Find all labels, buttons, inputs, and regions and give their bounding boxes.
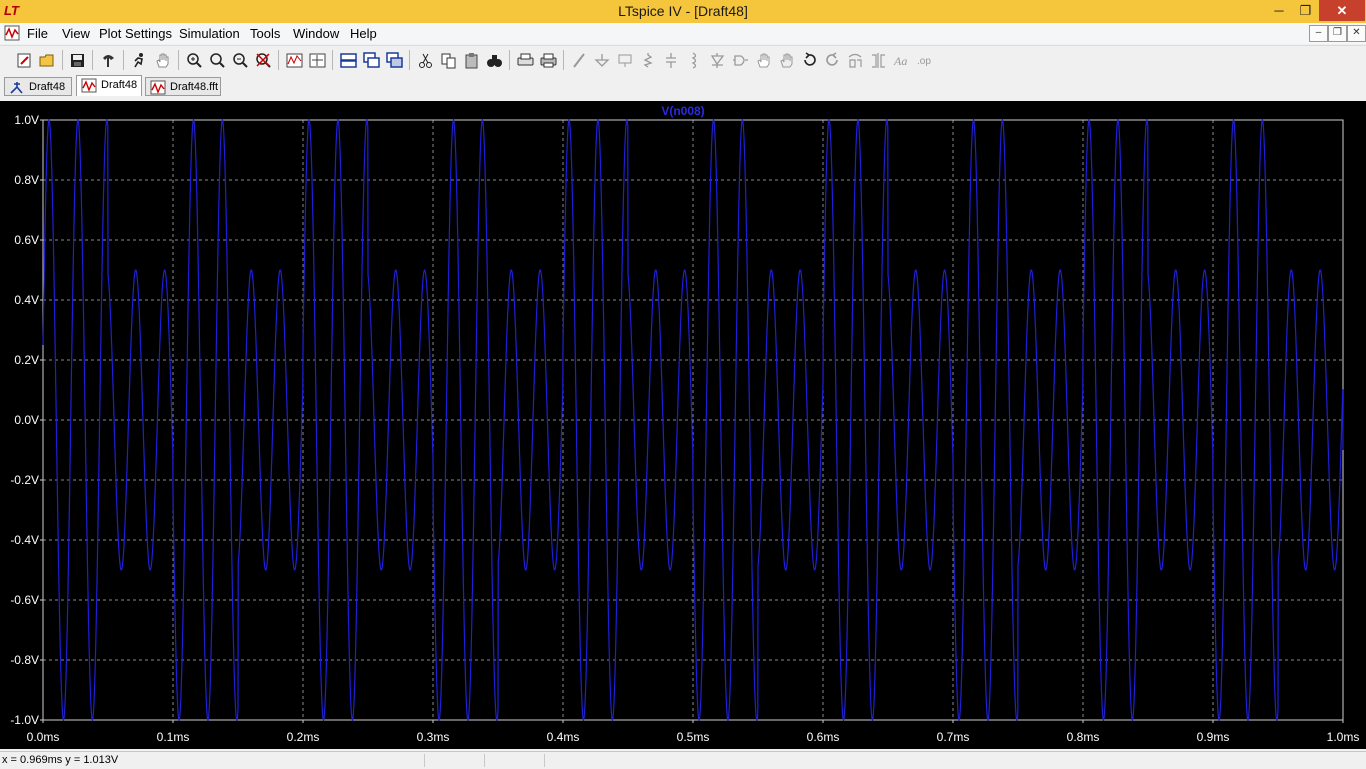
find-icon[interactable] — [484, 50, 504, 70]
status-bar: x = 0.969ms y = 1.013V — [0, 751, 1366, 769]
text-icon[interactable]: Aa — [891, 50, 911, 70]
x-tick-label: 0.1ms — [157, 730, 190, 744]
cascade-icon[interactable] — [361, 50, 381, 70]
menu-view[interactable]: View — [59, 25, 93, 42]
rotate-icon[interactable] — [845, 50, 865, 70]
x-axis-ticks: 0.0ms 0.1ms 0.2ms 0.3ms 0.4ms 0.5ms 0.6ms 0.7ms… — [27, 720, 1360, 744]
control-panel-icon[interactable] — [98, 50, 118, 70]
schematic-icon — [10, 82, 23, 94]
move-icon[interactable] — [753, 50, 773, 70]
copy-icon[interactable] — [438, 50, 458, 70]
cut-icon[interactable] — [415, 50, 435, 70]
tab-label: Draft48 — [101, 79, 138, 91]
fit-icon[interactable] — [307, 50, 327, 70]
autorange-icon[interactable] — [284, 50, 304, 70]
y-tick-label: -0.6V — [10, 593, 39, 607]
resistor-icon[interactable] — [638, 50, 658, 70]
zoom-area-icon[interactable] — [207, 50, 227, 70]
ground-icon[interactable] — [592, 50, 612, 70]
waveform-icon — [150, 80, 166, 95]
y-tick-label: 0.4V — [14, 293, 39, 307]
diode-icon[interactable] — [707, 50, 727, 70]
x-tick-label: 0.0ms — [27, 730, 60, 744]
cursor-readout: x = 0.969ms y = 1.013V — [2, 754, 119, 766]
y-tick-label: -1.0V — [10, 713, 39, 727]
restore-button[interactable]: ❐ — [1292, 0, 1319, 21]
save-icon[interactable] — [67, 50, 87, 70]
component-icon[interactable] — [730, 50, 750, 70]
x-tick-label: 0.4ms — [547, 730, 580, 744]
waveform-plot-pane[interactable]: 1.0V 0.8V 0.6V 0.4V 0.2V 0.0V -0.2V -0.4V -0.6V -… — [0, 101, 1366, 749]
toolbar: Aa .op — [0, 45, 1366, 75]
drag-icon[interactable] — [776, 50, 796, 70]
menu-file[interactable]: File — [24, 25, 51, 42]
zoom-cancel-icon[interactable] — [253, 50, 273, 70]
pan-hand-icon[interactable] — [152, 50, 172, 70]
zoom-in-icon[interactable] — [184, 50, 204, 70]
menu-help[interactable]: Help — [347, 25, 380, 42]
tab-draft48-fft[interactable]: Draft48.fft — [145, 77, 221, 96]
wire-icon[interactable] — [569, 50, 589, 70]
capacitor-icon[interactable] — [661, 50, 681, 70]
mdi-minimize-button[interactable]: – — [1309, 25, 1328, 42]
status-divider — [484, 754, 485, 767]
run-icon[interactable] — [129, 50, 149, 70]
x-tick-label: 0.8ms — [1067, 730, 1100, 744]
trace-label[interactable]: V(n008) — [661, 104, 704, 118]
y-tick-label: 1.0V — [14, 113, 39, 127]
y-tick-label: 0.0V — [14, 413, 39, 427]
close-button[interactable]: ✕ — [1319, 0, 1365, 21]
print-icon[interactable] — [538, 50, 558, 70]
menu-simulation[interactable]: Simulation — [176, 25, 243, 42]
y-tick-label: -0.2V — [10, 473, 39, 487]
menu-plot-settings[interactable]: Plot Settings — [96, 25, 175, 42]
tab-draft48-schematic[interactable]: Draft48 — [4, 77, 72, 96]
y-tick-label: -0.8V — [10, 653, 39, 667]
tile-horizontal-icon[interactable] — [338, 50, 358, 70]
x-tick-label: 0.3ms — [417, 730, 450, 744]
window-title: LTspice IV - [Draft48] — [618, 3, 748, 19]
svg-text:.op: .op — [917, 56, 931, 67]
tile-vertical-icon[interactable] — [384, 50, 404, 70]
x-tick-label: 0.9ms — [1197, 730, 1230, 744]
paste-icon[interactable] — [461, 50, 481, 70]
new-schematic-icon[interactable] — [14, 50, 34, 70]
waveform-plot[interactable]: 1.0V 0.8V 0.6V 0.4V 0.2V 0.0V -0.2V -0.4V -0.6V -… — [0, 101, 1366, 749]
print-preview-icon[interactable] — [515, 50, 535, 70]
spice-directive-icon[interactable]: .op — [914, 50, 934, 70]
y-tick-label: 0.2V — [14, 353, 39, 367]
x-tick-label: 0.6ms — [807, 730, 840, 744]
open-icon[interactable] — [37, 50, 57, 70]
tab-draft48-waveform[interactable]: Draft48 — [76, 75, 142, 96]
menu-tools[interactable]: Tools — [247, 25, 283, 42]
waveform-icon — [81, 78, 97, 93]
x-tick-label: 0.2ms — [287, 730, 320, 744]
tab-label: Draft48 — [29, 81, 66, 93]
minimize-button[interactable]: ─ — [1265, 0, 1293, 21]
label-icon[interactable] — [615, 50, 635, 70]
menu-window[interactable]: Window — [290, 25, 342, 42]
zoom-out-icon[interactable] — [230, 50, 250, 70]
mirror-icon[interactable] — [868, 50, 888, 70]
y-tick-label: -0.4V — [10, 533, 39, 547]
mdi-close-button[interactable]: ✕ — [1347, 25, 1366, 42]
document-tabs: Draft48 Draft48 Draft48.fft — [0, 74, 1366, 99]
svg-text:Aa: Aa — [893, 54, 907, 68]
mdi-restore-button[interactable]: ❐ — [1328, 25, 1347, 42]
x-tick-label: 0.7ms — [937, 730, 970, 744]
waveform-doc-icon[interactable] — [4, 25, 20, 41]
undo-icon[interactable] — [799, 50, 819, 70]
y-tick-label: 0.6V — [14, 233, 39, 247]
y-axis-ticks: 1.0V 0.8V 0.6V 0.4V 0.2V 0.0V -0.2V -0.4V -0.6V -… — [10, 113, 43, 727]
redo-icon[interactable] — [822, 50, 842, 70]
status-divider — [424, 754, 425, 767]
x-tick-label: 0.5ms — [677, 730, 710, 744]
title-bar: LT LTspice IV - [Draft48] ─ ❐ ✕ — [0, 0, 1366, 23]
menu-bar: File View Plot Settings Simulation Tools… — [0, 23, 1366, 44]
y-tick-label: 0.8V — [14, 173, 39, 187]
x-tick-label: 1.0ms — [1327, 730, 1360, 744]
tab-label: Draft48.fft — [170, 81, 219, 93]
status-divider — [544, 754, 545, 767]
inductor-icon[interactable] — [684, 50, 704, 70]
